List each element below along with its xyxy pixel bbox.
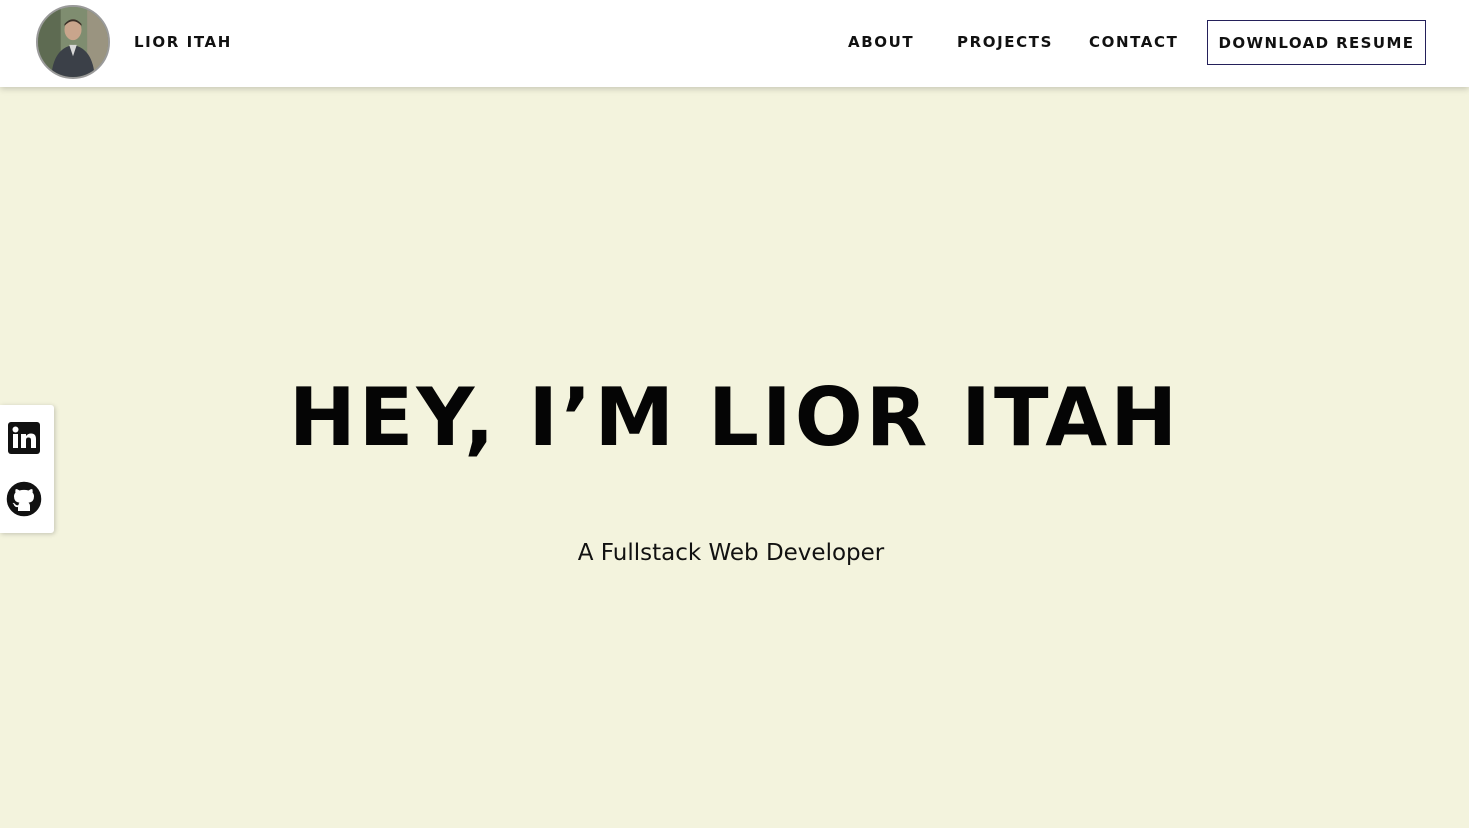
avatar-photo [38, 7, 108, 77]
linkedin-icon [8, 422, 40, 454]
hero-subtitle: A Fullstack Web Developer [577, 540, 885, 566]
site-header: LIOR ITAH ABOUT PROJECTS CONTACT DOWNLOA… [0, 0, 1469, 87]
linkedin-link[interactable] [6, 420, 42, 456]
github-link[interactable] [6, 481, 42, 517]
download-resume-button[interactable]: DOWNLOAD RESUME [1207, 20, 1426, 65]
hero-title: HEY, I’M LIOR ITAH [288, 371, 1181, 464]
social-sidebar [0, 405, 54, 533]
avatar[interactable] [36, 5, 110, 79]
github-icon [6, 481, 42, 517]
brand-name[interactable]: LIOR ITAH [134, 31, 232, 53]
nav-about[interactable]: ABOUT [848, 31, 914, 53]
nav-contact[interactable]: CONTACT [1089, 31, 1178, 53]
nav-projects[interactable]: PROJECTS [957, 31, 1053, 53]
